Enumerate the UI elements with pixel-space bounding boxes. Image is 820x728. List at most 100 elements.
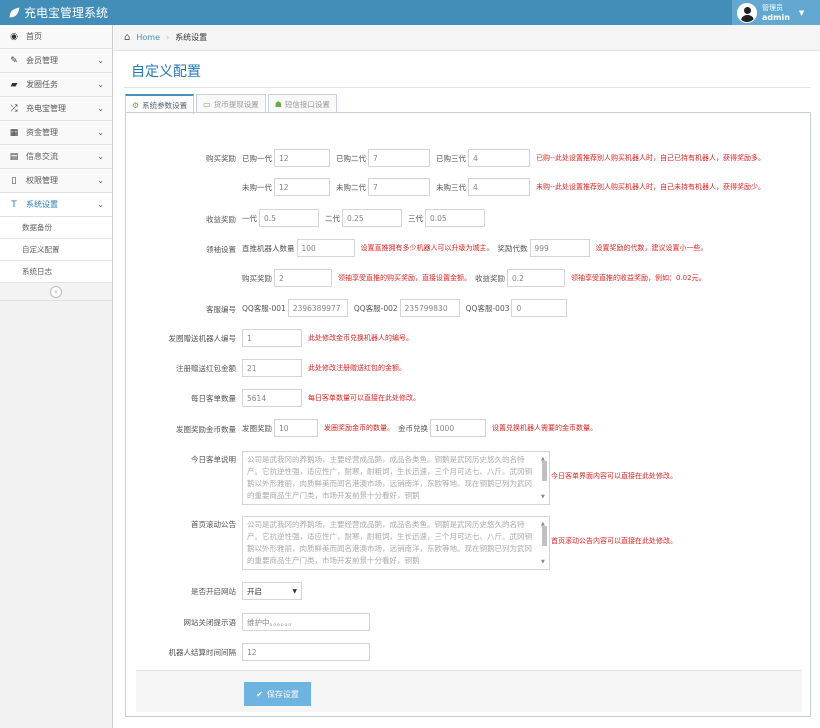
breadcrumb-home-link[interactable]: Home — [136, 33, 160, 42]
gift-robot-input[interactable]: 1 — [242, 329, 302, 347]
sidebar-item-label: 充电宝管理 — [26, 104, 66, 113]
unbought-gen3-input[interactable]: 4 — [468, 178, 530, 196]
unbought-gen2-label: 未购二代 — [336, 182, 366, 192]
scroll-notice-textarea[interactable]: 公司是武我冈的养鹅场，主要经营成品鹅，成品各类鱼。铜鹅是武冈历史悠久的名特产。它… — [242, 516, 550, 570]
tab-panel-system-params: 购买奖励 已购一代 12 已购二代 7 已购三代 4 已购--此处设置推荐别人购… — [125, 112, 811, 717]
avatar — [737, 2, 757, 23]
chevron-down-icon: ⌄ — [97, 80, 104, 89]
caret-down-icon: ▼ — [798, 8, 805, 17]
sidebar-item-home[interactable]: ◉ 首页 — [0, 25, 112, 49]
sidebar-item-members[interactable]: ✎ 会员管理 ⌄ — [0, 49, 112, 73]
sidebar-item-permissions[interactable]: ▯ 权限管理 ⌄ — [0, 169, 112, 193]
leader-buy-reward-input[interactable]: 2 — [274, 269, 332, 287]
circle-reward-hint: 发圈奖励金币的数量。 — [324, 424, 394, 432]
qq-service-3-input[interactable]: 0 — [511, 299, 568, 317]
divider — [124, 87, 810, 88]
circle-reward-label: 发圈奖励 — [242, 423, 272, 433]
daily-orders-hint: 每日客单数量可以直接在此处修改。 — [308, 394, 420, 402]
random-icon: ⤮ — [10, 103, 18, 114]
sidebar-item-settings[interactable]: T 系统设置 ⌄ — [0, 193, 112, 217]
leaf-icon — [9, 6, 20, 17]
qq-service-1-label: QQ客服-001 — [242, 303, 286, 313]
home-icon: ⌂ — [124, 32, 131, 43]
daily-desc-textarea[interactable]: 公司是武我冈的养鹅场，主要经营成品鹅，成品各类鱼。铜鹅是武冈历史悠久的名特产。它… — [242, 451, 550, 505]
tab-system-params[interactable]: ⚙ 系统参数设置 — [125, 94, 195, 114]
sidebar-item-label: 权限管理 — [26, 176, 58, 185]
register-gift-input[interactable]: 21 — [242, 359, 302, 377]
credit-card-icon: ▭ — [203, 99, 211, 109]
bought-hint: 已购--此处设置推荐别人购买机器人时，自己已持有机器人，获得奖励多。 — [536, 154, 766, 162]
scrollbar-thumb[interactable] — [542, 461, 547, 481]
register-gift-label: 注册赠送红包金额 — [176, 364, 236, 373]
gold-exchange-label: 金币兑换 — [398, 423, 428, 433]
scroll-notice-label: 首页滚动公告 — [191, 520, 236, 529]
user-role: 管理员 — [762, 3, 783, 12]
bought-gen3-label: 已购三代 — [436, 153, 466, 163]
user-menu[interactable]: 管理员 admin ▼ — [732, 0, 820, 25]
qq-service-2-input[interactable]: 235799830 — [399, 299, 460, 317]
form-actions: ✔ 保存设置 — [136, 670, 802, 712]
top-navbar: 充电宝管理系统 管理员 admin ▼ — [0, 0, 820, 25]
sidebar-item-funds[interactable]: ▦ 资金管理 ⌄ — [0, 121, 112, 145]
leader-income-reward-input[interactable]: 0.2 — [507, 269, 565, 287]
sidebar-item-label: 发圈任务 — [26, 80, 58, 89]
sidebar-subitem-logs[interactable]: 系统日志 — [0, 261, 112, 283]
leader-income-reward-hint: 领袖享受直推的收益奖励，例如：0.02元。 — [571, 274, 706, 282]
reward-generations-input[interactable]: 999 — [529, 239, 590, 257]
book-icon: ▰ — [10, 79, 18, 90]
sidebar-item-messages[interactable]: ▤ 信息交流 ⌄ — [0, 145, 112, 169]
purchase-reward-label: 购买奖励 — [206, 154, 236, 163]
tab-label: 系统参数设置 — [142, 100, 188, 110]
circle-reward-input[interactable]: 10 — [274, 419, 318, 437]
close-tip-input[interactable]: 维护中。。。。。。 — [242, 613, 370, 631]
pencil-square-icon: ✎ — [10, 55, 18, 66]
sidebar-item-powerbank[interactable]: ⤮ 充电宝管理 ⌄ — [0, 97, 112, 121]
gift-robot-hint: 此处修改金币兑换机器人的编号。 — [308, 334, 413, 342]
bought-gen2-input[interactable]: 7 — [368, 149, 430, 167]
tab-label: 货币提现设置 — [213, 99, 259, 109]
sidebar-item-label: 资金管理 — [26, 128, 58, 137]
income-gen3-input[interactable]: 0.05 — [425, 209, 485, 227]
income-reward-label: 收益奖励 — [206, 215, 236, 224]
settle-interval-input[interactable]: 12 — [242, 643, 370, 661]
sidebar-item-label: 系统设置 — [26, 200, 58, 209]
brand[interactable]: 充电宝管理系统 — [8, 4, 108, 21]
reward-generations-hint: 设置奖励的代数，建议设置小一些。 — [595, 244, 708, 252]
chevron-down-icon: ⌄ — [97, 200, 104, 209]
income-gen1-input[interactable]: 0.5 — [259, 209, 319, 227]
save-button-label: 保存设置 — [266, 689, 299, 699]
direct-robots-label: 直推机器人数量 — [242, 243, 295, 253]
tab-withdraw-settings[interactable]: ▭ 货币提现设置 — [196, 94, 266, 113]
unbought-gen1-input[interactable]: 12 — [274, 178, 330, 196]
site-open-select[interactable]: 开启 ▼ — [242, 582, 302, 600]
service-ids-label: 客服编号 — [206, 305, 236, 314]
direct-robots-input[interactable]: 100 — [296, 239, 355, 257]
bought-gen1-label: 已购一代 — [242, 153, 272, 163]
sidebar-item-label: 信息交流 — [26, 152, 58, 161]
scrollbar-thumb[interactable] — [542, 526, 547, 546]
chevron-down-icon: ⌄ — [97, 128, 104, 137]
tachometer-icon: ◉ — [10, 31, 18, 42]
income-gen3-label: 三代 — [408, 213, 423, 223]
sidebar-item-tasks[interactable]: ▰ 发圈任务 ⌄ — [0, 73, 112, 97]
bought-gen3-input[interactable]: 4 — [468, 149, 530, 167]
save-button[interactable]: ✔ 保存设置 — [244, 682, 311, 706]
gold-exchange-hint: 设置兑换机器人需要的金币数量。 — [492, 424, 597, 432]
income-gen2-input[interactable]: 0.25 — [342, 209, 402, 227]
daily-orders-label: 每日客单数量 — [191, 394, 236, 403]
qq-service-1-input[interactable]: 2396389977 — [287, 299, 348, 317]
bought-gen1-input[interactable]: 12 — [274, 149, 330, 167]
user-icon: ☗ — [274, 99, 282, 109]
sidebar-subitem-backup[interactable]: 数据备份 — [0, 217, 112, 239]
list-alt-icon: ▤ — [9, 151, 19, 162]
main-content: ⌂ Home › 系统设置 自定义配置 ⚙ 系统参数设置 ▭ 货币提现设置 ☗ … — [114, 25, 820, 728]
income-gen1-label: 一代 — [242, 213, 257, 223]
tab-sms-settings[interactable]: ☗ 短信接口设置 — [267, 94, 337, 113]
unbought-hint: 未购--此处设置推荐别人购买机器人时，自己未持有机器人，获得奖励少。 — [536, 183, 766, 191]
unbought-gen2-input[interactable]: 7 — [368, 178, 430, 196]
daily-orders-input[interactable]: 5614 — [242, 389, 302, 407]
sidebar-subitem-custom-config[interactable]: 自定义配置 — [0, 239, 112, 261]
gold-exchange-input[interactable]: 1000 — [430, 419, 486, 437]
collapse-sidebar-icon[interactable]: « — [50, 285, 62, 298]
unbought-gen1-label: 未购一代 — [242, 182, 272, 192]
